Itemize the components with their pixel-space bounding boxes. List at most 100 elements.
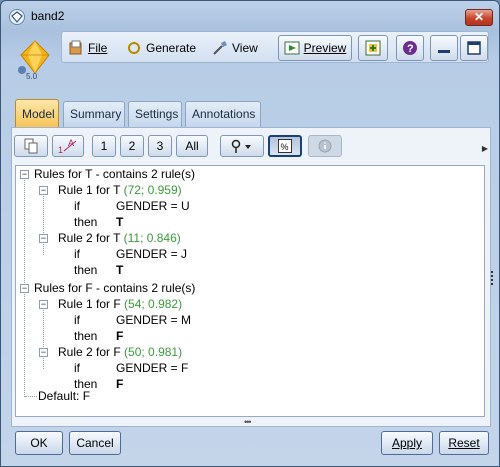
resize-grip-icon[interactable] bbox=[491, 271, 494, 285]
close-button[interactable]: ✕ bbox=[465, 9, 493, 26]
visibility-dropdown[interactable] bbox=[220, 135, 264, 157]
tab-annotations[interactable]: Annotations bbox=[185, 101, 261, 127]
maximize-icon bbox=[467, 41, 481, 55]
model-window: band2 ✕ 5.0 File Generate View Preview ?… bbox=[0, 0, 500, 467]
svg-text:1: 1 bbox=[58, 145, 63, 155]
collapse-toggle-icon[interactable]: − bbox=[39, 348, 48, 357]
apply-button[interactable]: Apply bbox=[381, 431, 433, 455]
rule-f2-stats: (50; 0.981) bbox=[124, 345, 183, 359]
cancel-label: Cancel bbox=[76, 436, 114, 450]
svg-text:%: % bbox=[281, 142, 289, 152]
help-button[interactable]: ? bbox=[396, 35, 424, 61]
rule-t1-then: then bbox=[74, 215, 98, 229]
collapse-toggle-icon[interactable]: − bbox=[20, 170, 29, 179]
view-menu-label: View bbox=[232, 41, 258, 55]
tab-model[interactable]: Model bbox=[15, 99, 59, 127]
node-version-badge: 5.0 bbox=[26, 72, 38, 81]
svg-text:?: ? bbox=[407, 43, 414, 55]
rule-f1-then: then bbox=[74, 329, 98, 343]
collapse-toggle-icon[interactable]: − bbox=[39, 300, 48, 309]
generate-menu[interactable]: Generate bbox=[126, 38, 196, 58]
collapse-toggle-icon[interactable]: − bbox=[39, 234, 48, 243]
rule-f1-label: Rule 1 for F bbox=[58, 297, 121, 311]
rule-f1-stats: (54; 0.982) bbox=[124, 297, 183, 311]
toolbar: File Generate View Preview ? bbox=[61, 31, 489, 63]
tree-guide-line bbox=[43, 190, 44, 255]
level-3-button[interactable]: 3 bbox=[148, 135, 172, 157]
splitter-handle-icon[interactable]: ••• bbox=[244, 417, 252, 427]
copy-button[interactable] bbox=[14, 135, 48, 157]
expand-all-button[interactable]: All bbox=[176, 135, 208, 157]
preview-icon bbox=[284, 41, 300, 55]
reset-label: Reset bbox=[448, 436, 480, 450]
minimize-icon bbox=[438, 50, 450, 53]
level-2-button[interactable]: 2 bbox=[120, 135, 144, 157]
file-menu-label: File bbox=[88, 41, 108, 55]
rule-t2-then: then bbox=[74, 263, 98, 277]
tree-guide-line bbox=[25, 396, 37, 397]
rule-f2-label: Rule 2 for F bbox=[58, 345, 121, 359]
rule-t1-stats: (72; 0.959) bbox=[123, 183, 182, 197]
generate-menu-icon bbox=[128, 41, 141, 54]
minimize-button[interactable] bbox=[430, 35, 458, 61]
tree-guide-line bbox=[43, 304, 44, 369]
preview-button[interactable]: Preview bbox=[278, 35, 352, 61]
collapse-toggle-icon[interactable]: − bbox=[39, 186, 48, 195]
rule-t2-header[interactable]: Rule 2 for T (11; 0.846) bbox=[58, 230, 181, 246]
rule-t1-header[interactable]: Rule 1 for T (72; 0.959) bbox=[58, 182, 182, 198]
ok-button[interactable]: OK bbox=[15, 431, 63, 455]
window-title: band2 bbox=[31, 9, 65, 23]
apply-label: Apply bbox=[391, 436, 423, 450]
model-nugget-icon: 5.0 bbox=[18, 40, 50, 81]
file-menu-icon bbox=[69, 40, 82, 55]
rule-t1-if: if bbox=[74, 199, 80, 213]
rule-f2-header[interactable]: Rule 2 for F (50; 0.981) bbox=[58, 344, 182, 360]
tab-settings[interactable]: Settings bbox=[128, 101, 182, 127]
rule-t2-consequent: T bbox=[116, 263, 124, 277]
rule-f1-header[interactable]: Rule 1 for F (54; 0.982) bbox=[58, 296, 182, 312]
sort-rules-button[interactable]: 1 A bbox=[52, 135, 84, 157]
ok-label: OK bbox=[30, 436, 48, 450]
rule-toolbar: 1 A 1 2 3 All % ▶ bbox=[12, 128, 490, 162]
collapse-toggle-icon[interactable]: − bbox=[20, 284, 29, 293]
sort-rules-icon: 1 A bbox=[58, 138, 77, 155]
file-menu[interactable]: File bbox=[68, 38, 107, 58]
app-diamond-icon bbox=[9, 9, 25, 25]
rule-t1-consequent: T bbox=[116, 215, 124, 229]
rule-f1-if: if bbox=[74, 313, 80, 327]
title-bar[interactable]: band2 ✕ bbox=[1, 1, 499, 29]
rule-t1-condition: GENDER = U bbox=[116, 199, 190, 213]
view-menu[interactable]: View bbox=[212, 38, 258, 58]
rule-f2-condition: GENDER = F bbox=[116, 361, 189, 375]
cancel-button[interactable]: Cancel bbox=[69, 431, 121, 455]
rule-f1-consequent: F bbox=[116, 329, 124, 343]
reset-button[interactable]: Reset bbox=[439, 431, 489, 455]
rule-t2-label: Rule 2 for T bbox=[58, 231, 121, 245]
maximize-button[interactable] bbox=[460, 35, 488, 61]
info-button[interactable] bbox=[308, 135, 342, 157]
percent-icon: % bbox=[278, 139, 292, 153]
generate-menu-label: Generate bbox=[146, 41, 197, 55]
rule-f2-consequent: F bbox=[116, 377, 124, 391]
add-to-canvas-button[interactable] bbox=[358, 35, 388, 61]
rule-tree[interactable]: − Rules for T - contains 2 rule(s) − Rul… bbox=[15, 165, 485, 417]
copy-icon bbox=[24, 138, 38, 154]
help-icon: ? bbox=[403, 41, 417, 55]
rule-group-f[interactable]: Rules for F - contains 2 rule(s) bbox=[34, 280, 195, 296]
rule-t1-label: Rule 1 for T bbox=[58, 183, 121, 197]
info-icon bbox=[318, 139, 332, 153]
rule-f1-condition: GENDER = M bbox=[116, 313, 192, 327]
preview-label: Preview bbox=[303, 41, 347, 55]
pin-dropdown-icon bbox=[231, 139, 251, 153]
model-panel: 1 A 1 2 3 All % ▶ − Rules for T - contai… bbox=[11, 127, 491, 427]
rule-t2-if: if bbox=[74, 247, 80, 261]
rule-f2-if: if bbox=[74, 361, 80, 375]
level-1-button[interactable]: 1 bbox=[92, 135, 116, 157]
add-to-canvas-icon bbox=[365, 40, 381, 56]
view-menu-icon bbox=[213, 41, 227, 55]
rule-group-t[interactable]: Rules for T - contains 2 rule(s) bbox=[34, 166, 195, 182]
show-percent-toggle[interactable]: % bbox=[268, 135, 302, 157]
tab-summary[interactable]: Summary bbox=[63, 101, 125, 127]
scroll-right-arrow-icon[interactable]: ▶ bbox=[482, 144, 488, 153]
default-rule[interactable]: Default: F bbox=[38, 388, 90, 404]
